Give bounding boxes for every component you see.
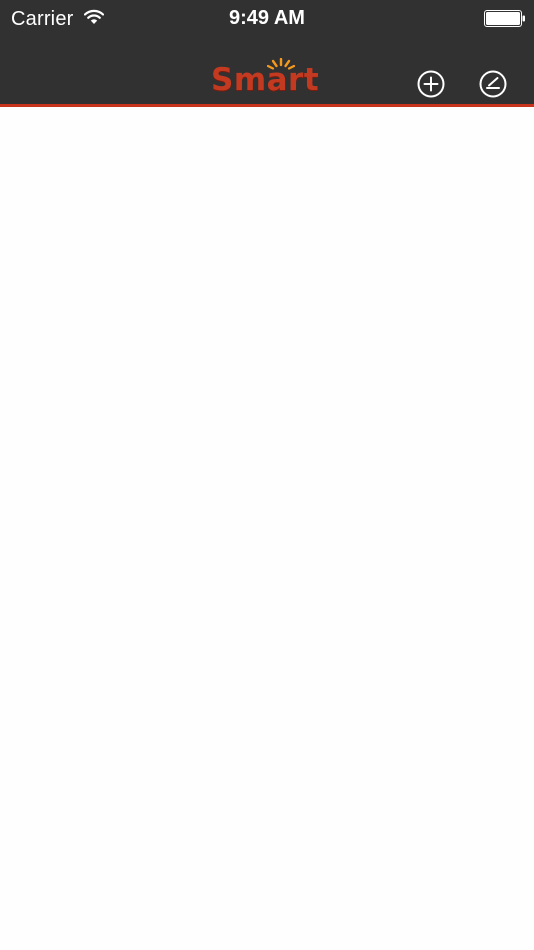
app-screen: Carrier 9:49 AM Smart (0, 0, 534, 950)
status-time: 9:49 AM (229, 7, 305, 29)
app-logo: Smart (203, 58, 331, 100)
plus-circle-icon (417, 70, 445, 98)
main-content-area (0, 107, 534, 950)
top-bar: Carrier 9:49 AM Smart (0, 0, 534, 104)
battery-full-icon (484, 10, 525, 27)
logo-text: Smart (211, 62, 320, 98)
edit-circle-icon (479, 70, 507, 98)
add-button[interactable] (416, 69, 446, 99)
status-bar: Carrier 9:49 AM (0, 0, 534, 38)
edit-button[interactable] (478, 69, 508, 99)
